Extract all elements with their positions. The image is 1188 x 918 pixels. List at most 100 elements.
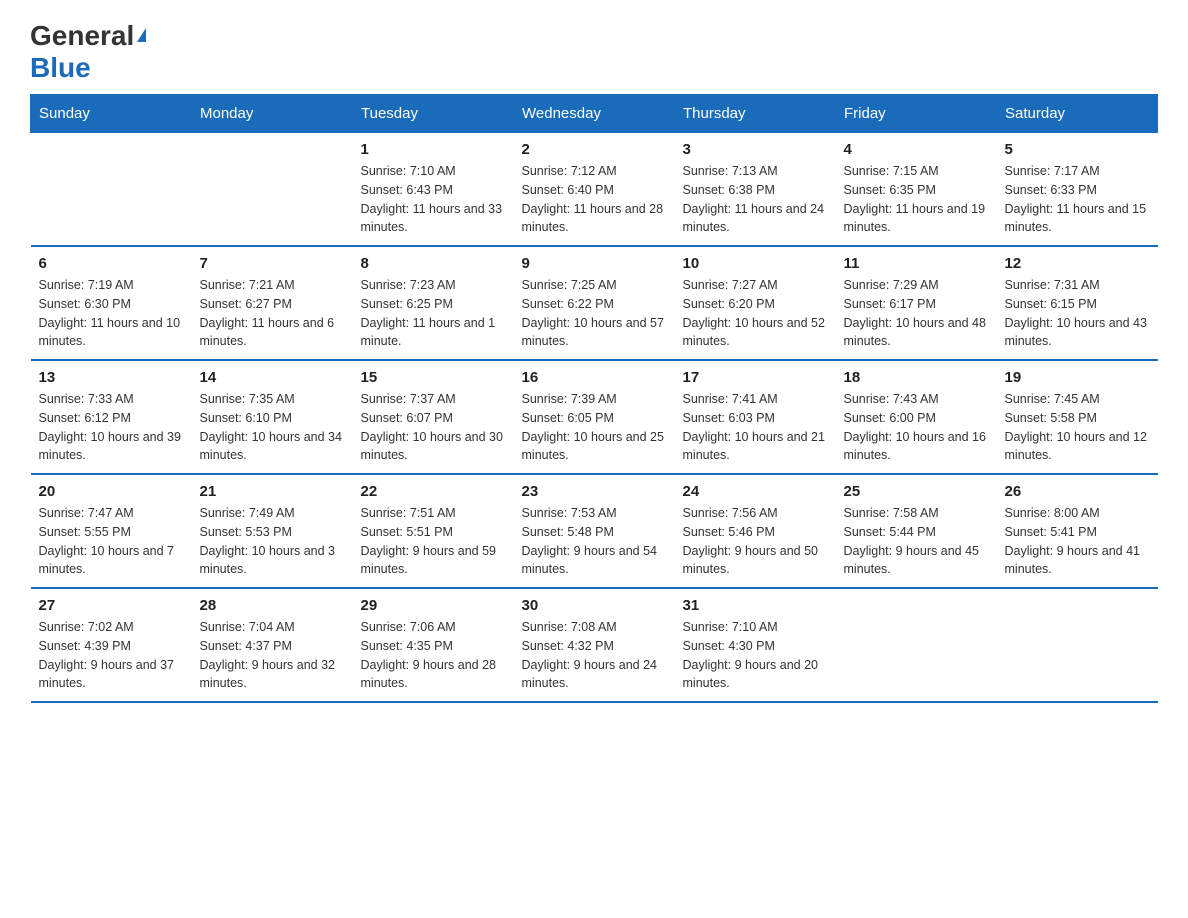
day-info: Sunrise: 7:39 AMSunset: 6:05 PMDaylight:… [522, 390, 667, 465]
day-info: Sunrise: 7:27 AMSunset: 6:20 PMDaylight:… [683, 276, 828, 351]
day-info: Sunrise: 7:25 AMSunset: 6:22 PMDaylight:… [522, 276, 667, 351]
day-number: 24 [683, 483, 828, 500]
calendar-header-row: SundayMondayTuesdayWednesdayThursdayFrid… [31, 95, 1158, 133]
day-number: 8 [361, 255, 506, 272]
day-number: 18 [844, 369, 989, 386]
calendar-cell: 8 Sunrise: 7:23 AMSunset: 6:25 PMDaylight… [353, 246, 514, 360]
weekday-header-sunday: Sunday [31, 95, 192, 133]
calendar-cell: 15 Sunrise: 7:37 AMSunset: 6:07 PMDayligh… [353, 360, 514, 474]
calendar-cell: 16 Sunrise: 7:39 AMSunset: 6:05 PMDayligh… [514, 360, 675, 474]
day-info: Sunrise: 7:04 AMSunset: 4:37 PMDaylight:… [200, 618, 345, 693]
calendar-cell [836, 588, 997, 702]
calendar-week-row: 20Sunrise: 7:47 AMSunset: 5:55 PMDayligh… [31, 474, 1158, 588]
calendar-cell: 14 Sunrise: 7:35 AMSunset: 6:10 PMDayligh… [192, 360, 353, 474]
calendar-cell: 19Sunrise: 7:45 AMSunset: 5:58 PMDayligh… [997, 360, 1158, 474]
day-number: 31 [683, 597, 828, 614]
day-info: Sunrise: 7:35 AMSunset: 6:10 PMDaylight:… [200, 390, 345, 465]
day-number: 22 [361, 483, 506, 500]
page-header: General Blue [30, 20, 1158, 84]
logo-blue: Blue [30, 52, 91, 84]
calendar-cell: 12 Sunrise: 7:31 AMSunset: 6:15 PMDayligh… [997, 246, 1158, 360]
day-number: 2 [522, 141, 667, 158]
weekday-header-tuesday: Tuesday [353, 95, 514, 133]
calendar-cell: 17Sunrise: 7:41 AMSunset: 6:03 PMDayligh… [675, 360, 836, 474]
day-number: 10 [683, 255, 828, 272]
calendar-cell [192, 133, 353, 247]
day-info: Sunrise: 7:47 AMSunset: 5:55 PMDaylight:… [39, 504, 184, 579]
day-number: 4 [844, 141, 989, 158]
calendar-cell: 2 Sunrise: 7:12 AMSunset: 6:40 PMDaylight… [514, 133, 675, 247]
day-number: 26 [1005, 483, 1150, 500]
weekday-header-wednesday: Wednesday [514, 95, 675, 133]
weekday-header-thursday: Thursday [675, 95, 836, 133]
day-number: 11 [844, 255, 989, 272]
day-number: 6 [39, 255, 184, 272]
day-info: Sunrise: 7:06 AMSunset: 4:35 PMDaylight:… [361, 618, 506, 693]
day-info: Sunrise: 7:17 AMSunset: 6:33 PMDaylight:… [1005, 162, 1150, 237]
calendar-cell: 20Sunrise: 7:47 AMSunset: 5:55 PMDayligh… [31, 474, 192, 588]
logo: General Blue [30, 20, 146, 84]
day-number: 13 [39, 369, 184, 386]
day-info: Sunrise: 7:45 AMSunset: 5:58 PMDaylight:… [1005, 390, 1150, 465]
day-info: Sunrise: 7:43 AMSunset: 6:00 PMDaylight:… [844, 390, 989, 465]
day-number: 21 [200, 483, 345, 500]
day-number: 12 [1005, 255, 1150, 272]
day-info: Sunrise: 7:15 AMSunset: 6:35 PMDaylight:… [844, 162, 989, 237]
calendar-cell: 13 Sunrise: 7:33 AMSunset: 6:12 PMDayligh… [31, 360, 192, 474]
logo-triangle-icon [137, 28, 146, 42]
day-number: 16 [522, 369, 667, 386]
calendar-cell: 9Sunrise: 7:25 AMSunset: 6:22 PMDaylight… [514, 246, 675, 360]
calendar-cell: 1Sunrise: 7:10 AMSunset: 6:43 PMDaylight… [353, 133, 514, 247]
day-info: Sunrise: 7:21 AMSunset: 6:27 PMDaylight:… [200, 276, 345, 351]
day-number: 5 [1005, 141, 1150, 158]
calendar-cell: 7 Sunrise: 7:21 AMSunset: 6:27 PMDaylight… [192, 246, 353, 360]
day-info: Sunrise: 7:51 AMSunset: 5:51 PMDaylight:… [361, 504, 506, 579]
calendar-cell: 29 Sunrise: 7:06 AMSunset: 4:35 PMDayligh… [353, 588, 514, 702]
day-number: 14 [200, 369, 345, 386]
calendar-cell: 3Sunrise: 7:13 AMSunset: 6:38 PMDaylight… [675, 133, 836, 247]
day-info: Sunrise: 7:29 AMSunset: 6:17 PMDaylight:… [844, 276, 989, 351]
calendar-table: SundayMondayTuesdayWednesdayThursdayFrid… [30, 94, 1158, 703]
day-info: Sunrise: 7:31 AMSunset: 6:15 PMDaylight:… [1005, 276, 1150, 351]
day-number: 25 [844, 483, 989, 500]
day-number: 28 [200, 597, 345, 614]
calendar-cell: 31 Sunrise: 7:10 AMSunset: 4:30 PMDayligh… [675, 588, 836, 702]
calendar-cell: 30 Sunrise: 7:08 AMSunset: 4:32 PMDayligh… [514, 588, 675, 702]
day-number: 30 [522, 597, 667, 614]
day-info: Sunrise: 7:19 AMSunset: 6:30 PMDaylight:… [39, 276, 184, 351]
calendar-cell: 5 Sunrise: 7:17 AMSunset: 6:33 PMDaylight… [997, 133, 1158, 247]
day-info: Sunrise: 7:49 AMSunset: 5:53 PMDaylight:… [200, 504, 345, 579]
calendar-cell: 28 Sunrise: 7:04 AMSunset: 4:37 PMDayligh… [192, 588, 353, 702]
calendar-cell: 25 Sunrise: 7:58 AMSunset: 5:44 PMDayligh… [836, 474, 997, 588]
calendar-cell: 23Sunrise: 7:53 AMSunset: 5:48 PMDayligh… [514, 474, 675, 588]
day-number: 17 [683, 369, 828, 386]
calendar-cell: 10 Sunrise: 7:27 AMSunset: 6:20 PMDayligh… [675, 246, 836, 360]
calendar-cell [997, 588, 1158, 702]
day-info: Sunrise: 7:33 AMSunset: 6:12 PMDaylight:… [39, 390, 184, 465]
weekday-header-saturday: Saturday [997, 95, 1158, 133]
logo-general: General [30, 20, 134, 52]
day-info: Sunrise: 7:08 AMSunset: 4:32 PMDaylight:… [522, 618, 667, 693]
calendar-week-row: 6 Sunrise: 7:19 AMSunset: 6:30 PMDaylight… [31, 246, 1158, 360]
calendar-cell: 18 Sunrise: 7:43 AMSunset: 6:00 PMDayligh… [836, 360, 997, 474]
day-info: Sunrise: 7:13 AMSunset: 6:38 PMDaylight:… [683, 162, 828, 237]
calendar-cell: 22 Sunrise: 7:51 AMSunset: 5:51 PMDayligh… [353, 474, 514, 588]
day-info: Sunrise: 7:02 AMSunset: 4:39 PMDaylight:… [39, 618, 184, 693]
day-info: Sunrise: 7:10 AMSunset: 4:30 PMDaylight:… [683, 618, 828, 693]
weekday-header-monday: Monday [192, 95, 353, 133]
day-info: Sunrise: 7:23 AMSunset: 6:25 PMDaylight:… [361, 276, 506, 351]
day-number: 23 [522, 483, 667, 500]
day-info: Sunrise: 7:37 AMSunset: 6:07 PMDaylight:… [361, 390, 506, 465]
calendar-cell [31, 133, 192, 247]
day-info: Sunrise: 7:12 AMSunset: 6:40 PMDaylight:… [522, 162, 667, 237]
day-info: Sunrise: 7:58 AMSunset: 5:44 PMDaylight:… [844, 504, 989, 579]
day-number: 7 [200, 255, 345, 272]
day-info: Sunrise: 8:00 AMSunset: 5:41 PMDaylight:… [1005, 504, 1150, 579]
day-info: Sunrise: 7:56 AMSunset: 5:46 PMDaylight:… [683, 504, 828, 579]
calendar-cell: 11 Sunrise: 7:29 AMSunset: 6:17 PMDayligh… [836, 246, 997, 360]
day-number: 29 [361, 597, 506, 614]
day-info: Sunrise: 7:10 AMSunset: 6:43 PMDaylight:… [361, 162, 506, 237]
day-number: 15 [361, 369, 506, 386]
day-number: 27 [39, 597, 184, 614]
calendar-cell: 4 Sunrise: 7:15 AMSunset: 6:35 PMDaylight… [836, 133, 997, 247]
